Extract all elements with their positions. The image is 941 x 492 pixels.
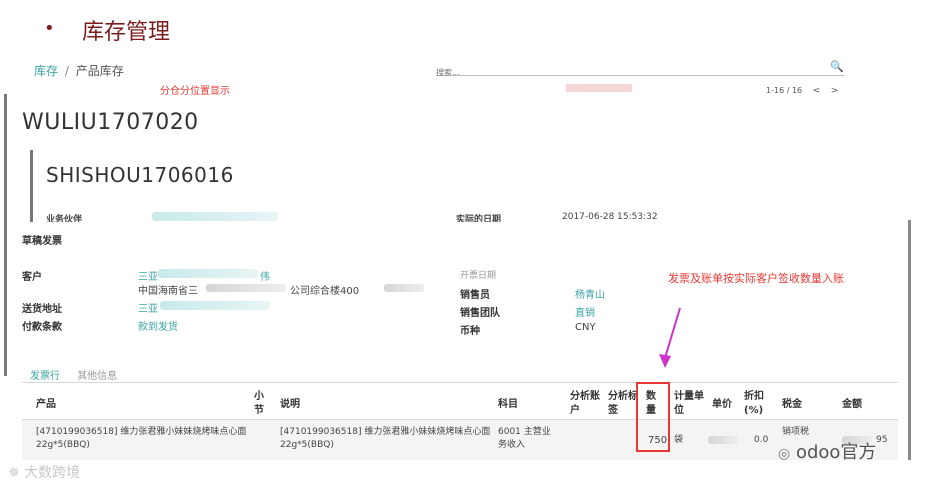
tab-invoice-lines[interactable]: 发票行 — [30, 367, 60, 382]
column-header-description[interactable]: 说明 — [280, 398, 300, 412]
pager-next-icon[interactable]: > — [831, 86, 839, 96]
customer-address-blurred — [206, 284, 286, 292]
strip-date-value: 2017-06-28 15:53:32 — [562, 212, 658, 222]
watermark-right: ◎ odoo官方 — [778, 442, 877, 463]
annotation-invoice-note: 发票及账单按实际客户签收数量入账 — [668, 272, 844, 285]
breadcrumb-link-inventory[interactable]: 库存 — [34, 64, 58, 78]
customer-suffix: 伟 — [260, 272, 270, 283]
quantity-highlight-box — [636, 382, 670, 452]
annotation-warehouse-note: 分仓分位置显示 — [160, 86, 230, 97]
window-edge-left-inner — [30, 150, 33, 222]
cell-discount: 0.0 — [754, 435, 769, 445]
cell-uom: 袋 — [674, 435, 684, 445]
customer-address: 中国海南省三 — [138, 286, 198, 297]
customer-blurred — [158, 269, 258, 278]
column-header-taxes[interactable]: 税金 — [782, 398, 802, 412]
invoice-status: 草稿发票 — [22, 236, 62, 247]
strip-partner-blurred — [152, 212, 278, 221]
salesperson-value[interactable]: 杨青山 — [575, 286, 605, 301]
customer-address-tail: 公司综合楼400 — [290, 286, 360, 297]
column-header-account[interactable]: 科目 — [498, 398, 518, 412]
slide-bullet: • — [44, 18, 55, 39]
wechat-icon: ◎ — [778, 446, 791, 462]
cell-account: 6001 主营业务收入 — [498, 427, 551, 450]
search-icon[interactable]: 🔍 — [830, 60, 844, 74]
pager-range: 1-16 / 16 — [766, 86, 803, 95]
currency-label: 币种 — [460, 326, 480, 337]
window-edge-left — [4, 94, 7, 376]
column-header-discount[interactable]: 折扣(%) — [744, 390, 770, 418]
cell-product: [4710199036518] 维力张君雅小妹妹烧烤味点心面22g*5(BBQ) — [36, 427, 247, 450]
search-input[interactable] — [436, 68, 816, 77]
tabs-divider — [22, 382, 898, 383]
pager: 1-16 / 16 < > — [766, 86, 838, 96]
sales-team-value[interactable]: 直销 — [575, 304, 595, 319]
payment-terms-label: 付款条款 — [22, 322, 62, 333]
search-bar: 🔍 — [436, 60, 844, 77]
watermark-left: ✵ 大数跨境 — [8, 465, 81, 481]
invoice-date-label: 开票日期 — [460, 271, 497, 281]
tab-other-info[interactable]: 其他信息 — [77, 367, 117, 382]
customer-address-blurred-2 — [384, 284, 424, 292]
cell-description: [4710199036518] 维力张君雅小妹妹烧烤味点心面22g*5(BBQ) — [280, 427, 491, 450]
record-reference-shishou: SHISHOU1706016 — [46, 163, 234, 187]
pager-prev-icon[interactable]: < — [813, 86, 821, 96]
column-header-section[interactable]: 小节 — [254, 390, 266, 418]
watermark-logo-icon: ✵ — [8, 465, 20, 481]
annotation-arrow-icon — [659, 307, 681, 368]
column-header-uom[interactable]: 计量单位 — [674, 390, 708, 418]
customer-value[interactable]: 三亚 — [138, 268, 158, 283]
payment-terms-value[interactable]: 款到发货 — [138, 318, 178, 333]
breadcrumb: 库存 / 产品库存 — [34, 62, 124, 79]
column-header-analytic-account[interactable]: 分析账户 — [570, 390, 604, 418]
record-reference-wuliu: WULIU1707020 — [22, 110, 199, 135]
notebook-tabs: 发票行 其他信息 — [30, 367, 131, 382]
delivery-address-blurred — [160, 301, 270, 310]
cell-amount: 95 — [876, 435, 888, 445]
slide-title: 库存管理 — [82, 20, 171, 45]
salesperson-label: 销售员 — [460, 290, 490, 301]
currency-value: CNY — [575, 322, 596, 333]
sales-team-label: 销售团队 — [460, 308, 500, 319]
column-header-unit-price[interactable]: 单价 — [712, 398, 732, 412]
delivery-address-value[interactable]: 三亚 — [138, 300, 158, 315]
breadcrumb-current: 产品库存 — [75, 64, 124, 78]
annotation-faded-text — [566, 84, 632, 92]
customer-label: 客户 — [22, 272, 42, 283]
breadcrumb-separator: / — [64, 64, 69, 78]
column-header-product[interactable]: 产品 — [36, 398, 56, 412]
window-edge-right — [908, 220, 911, 460]
column-header-amount[interactable]: 金额 — [842, 398, 862, 412]
cell-unit-price-blurred — [708, 436, 738, 444]
delivery-address-label: 送货地址 — [22, 304, 62, 315]
